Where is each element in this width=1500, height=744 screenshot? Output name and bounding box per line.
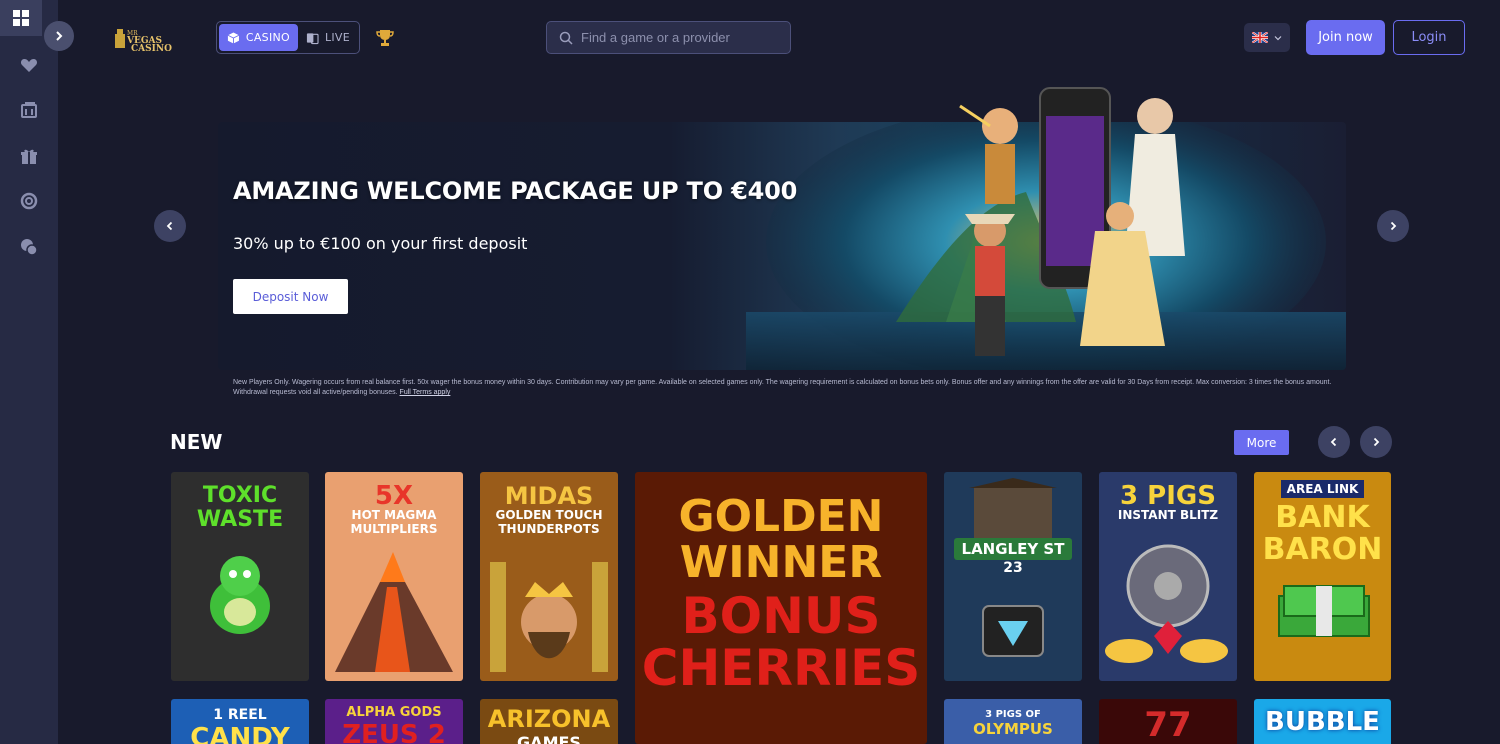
- uk-flag-icon: [1252, 32, 1268, 43]
- game-tile[interactable]: LANGLEY ST 23: [944, 472, 1082, 681]
- chevron-down-icon: [1274, 35, 1282, 40]
- terms-text: New Players Only. Wagering occurs from r…: [233, 378, 1343, 398]
- game-tile[interactable]: 1 REEL CANDY: [171, 699, 309, 744]
- mode-switch: CASINO LIVE: [216, 21, 360, 54]
- language-selector[interactable]: [1244, 23, 1290, 52]
- lifebuoy-icon: [20, 192, 38, 210]
- building-image: [969, 478, 1057, 538]
- tv-image: [982, 605, 1044, 657]
- game-title-line1: AREA LINK: [1280, 480, 1365, 498]
- game-title-line1: 3 PIGS: [1120, 481, 1216, 511]
- sidebar-item-favorites[interactable]: [0, 47, 58, 83]
- game-title-line1: ALPHA GODS: [346, 705, 442, 720]
- game-tile[interactable]: AREA LINK BANK BARON: [1254, 472, 1391, 681]
- sidebar-expand-button[interactable]: [44, 21, 74, 51]
- game-title-line2: 23: [1003, 560, 1023, 576]
- full-terms-link[interactable]: Full Terms apply: [400, 389, 451, 396]
- game-title-line2: GOLDEN TOUCH THUNDERPOTS: [495, 508, 603, 536]
- banner-characters-image: [959, 87, 1185, 356]
- banner-prev-button[interactable]: [154, 210, 186, 242]
- game-title-line1: BUBBLE: [1265, 707, 1380, 737]
- game-tile[interactable]: BUBBLE: [1254, 699, 1391, 744]
- game-title-line1: 77: [1144, 705, 1192, 744]
- search-input[interactable]: [581, 30, 781, 45]
- chevron-right-icon: [1390, 221, 1397, 231]
- turtle-character-image: [210, 556, 270, 634]
- live-cards-icon: [306, 32, 319, 44]
- game-tile-featured[interactable]: GOLDEN WINNER BONUS CHERRIES: [635, 472, 927, 744]
- live-tab[interactable]: LIVE: [298, 24, 358, 51]
- games-prev-button[interactable]: [1318, 426, 1350, 458]
- sidebar: [0, 0, 58, 744]
- game-title-line2: GAMES: [517, 733, 581, 744]
- casino-tab-label: CASINO: [245, 31, 290, 44]
- volcano-image: [335, 552, 453, 672]
- game-title-line1: 5X: [374, 481, 414, 511]
- game-title-line2: OLYMPUS: [973, 720, 1053, 738]
- games-next-button[interactable]: [1360, 426, 1392, 458]
- game-title-line2: INSTANT BLITZ: [1117, 508, 1219, 522]
- cards-icon: [21, 102, 37, 118]
- king-midas-image: [490, 562, 608, 672]
- join-now-button[interactable]: Join now: [1306, 20, 1385, 55]
- game-tile[interactable]: ARIZONA GAMES: [480, 699, 618, 744]
- banner-subtitle: 30% up to €100 on your first deposit: [233, 234, 528, 253]
- chevron-left-icon: [1330, 437, 1337, 447]
- game-title-line1: 3 PIGS OF: [985, 709, 1041, 720]
- casino-tab[interactable]: CASINO: [219, 24, 298, 51]
- sidebar-item-chat[interactable]: [0, 229, 58, 265]
- search-icon: [559, 31, 573, 45]
- game-title-line2: BONUS CHERRIES: [641, 587, 921, 697]
- vault-image: [1105, 544, 1228, 663]
- game-title-line2: BANK BARON: [1262, 500, 1383, 567]
- terms-body: New Players Only. Wagering occurs from r…: [233, 379, 1332, 396]
- game-tile[interactable]: 3 PIGS OF OLYMPUS: [944, 699, 1082, 744]
- game-title-line1: GOLDEN WINNER: [678, 491, 884, 588]
- gift-icon: [21, 149, 37, 164]
- game-title-line2: WASTE: [196, 507, 284, 532]
- section-title-new: NEW: [170, 430, 223, 454]
- banner-title: AMAZING WELCOME PACKAGE UP TO €400: [233, 177, 798, 205]
- live-tab-label: LIVE: [324, 31, 350, 44]
- logo[interactable]: MR VEGAS CASINO: [113, 25, 183, 53]
- game-title-line2: CANDY: [190, 723, 290, 744]
- game-title-line1: 1 REEL: [213, 707, 267, 723]
- trophy-icon[interactable]: [375, 29, 395, 47]
- game-title-line2: ZEUS 2: [342, 720, 446, 744]
- more-button[interactable]: More: [1234, 430, 1289, 455]
- game-title-line1: LANGLEY ST: [953, 538, 1073, 560]
- chevron-right-icon: [56, 31, 63, 41]
- game-tile[interactable]: 3 PIGS INSTANT BLITZ: [1099, 472, 1237, 681]
- banner-next-button[interactable]: [1377, 210, 1409, 242]
- sidebar-item-promotions[interactable]: [0, 138, 58, 174]
- game-tile[interactable]: 77: [1099, 699, 1237, 744]
- heart-icon: [20, 59, 38, 72]
- cube-icon: [227, 31, 240, 44]
- sidebar-item-games[interactable]: [0, 92, 58, 128]
- game-title-line1: ARIZONA: [487, 705, 611, 733]
- chevron-right-icon: [1373, 437, 1380, 447]
- search-bar[interactable]: [546, 21, 791, 54]
- grid-icon: [13, 10, 29, 26]
- chevron-left-icon: [166, 221, 173, 231]
- game-tile[interactable]: TOXIC WASTE: [171, 472, 309, 681]
- game-title-line1: TOXIC: [202, 483, 278, 508]
- game-title-line2: HOT MAGMA MULTIPLIERS: [350, 508, 438, 536]
- cash-stack-image: [1278, 585, 1370, 637]
- chat-icon: [21, 239, 38, 256]
- game-tile[interactable]: ALPHA GODS ZEUS 2: [325, 699, 463, 744]
- game-tile[interactable]: 5X HOT MAGMA MULTIPLIERS: [325, 472, 463, 681]
- deposit-now-button[interactable]: Deposit Now: [233, 279, 348, 314]
- sidebar-item-support[interactable]: [0, 183, 58, 219]
- sidebar-item-home[interactable]: [0, 0, 42, 36]
- svg-text:CASINO: CASINO: [131, 44, 172, 53]
- login-button[interactable]: Login: [1393, 20, 1465, 55]
- game-tile[interactable]: MIDAS GOLDEN TOUCH THUNDERPOTS: [480, 472, 618, 681]
- game-title-line1: MIDAS: [504, 482, 594, 510]
